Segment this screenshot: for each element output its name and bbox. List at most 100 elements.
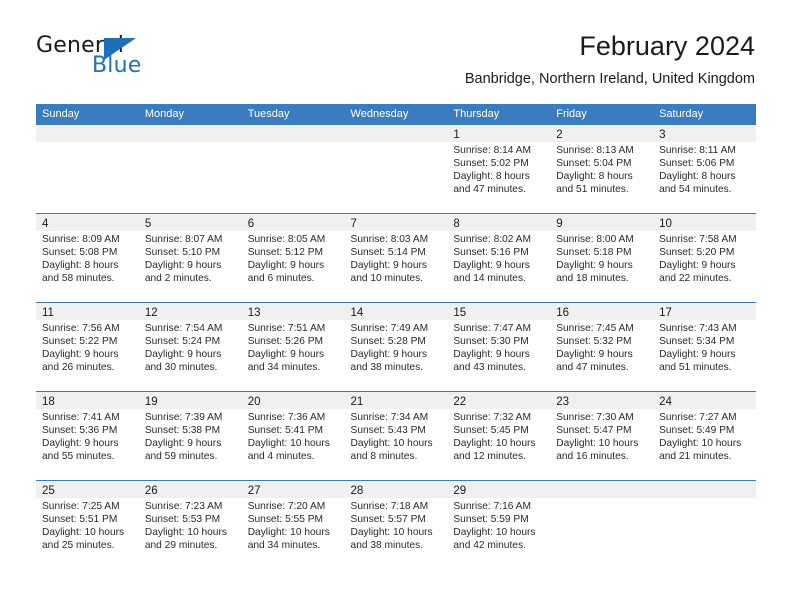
day-cell[interactable]: 27 Sunrise: 7:20 AM Sunset: 5:55 PM Dayligh… [241,481,345,569]
day-info: Sunrise: 7:30 AM Sunset: 5:47 PM Daylight:… [550,409,653,464]
daylight-text-line2: and 29 minutes. [144,539,218,551]
day-cell[interactable]: 11 Sunrise: 7:56 AM Sunset: 5:22 PM Dayligh… [36,303,139,391]
day-info: Sunrise: 7:54 AM Sunset: 5:24 PM Daylight:… [139,320,242,375]
sunrise-text: Sunrise: 7:16 AM [453,501,531,512]
day-cell[interactable]: 25 Sunrise: 7:25 AM Sunset: 5:51 PM Dayligh… [36,481,139,569]
day-cell[interactable]: 26 Sunrise: 7:23 AM Sunset: 5:53 PM Dayligh… [138,481,242,569]
sunrise-text: Sunrise: 7:34 AM [350,412,429,423]
sunrise-text: Sunrise: 7:32 AM [453,412,531,423]
daylight-text-line1: Daylight: 8 hours [42,259,119,271]
day-cell[interactable]: 15 Sunrise: 7:47 AM Sunset: 5:30 PM Dayligh… [447,303,551,391]
sunrise-text: Sunrise: 8:00 AM [556,234,634,245]
daylight-text-line2: and 8 minutes. [350,450,418,462]
day-cell[interactable]: 20 Sunrise: 7:36 AM Sunset: 5:41 PM Dayligh… [241,392,345,480]
day-cell[interactable]: 12 Sunrise: 7:54 AM Sunset: 5:24 PM Dayligh… [138,303,242,391]
day-cell[interactable]: 14 Sunrise: 7:49 AM Sunset: 5:28 PM Dayligh… [344,303,448,391]
day-cell[interactable]: 4 Sunrise: 8:09 AM Sunset: 5:08 PM Daylight… [36,214,139,302]
sunrise-text: Sunrise: 7:49 AM [350,323,429,334]
day-number-band: 16 [550,303,654,320]
week-row: 18 Sunrise: 7:41 AM Sunset: 5:36 PM Dayligh… [36,391,756,480]
day-info: Sunrise: 7:56 AM Sunset: 5:22 PM Daylight:… [36,320,139,375]
day-cell[interactable]: 9 Sunrise: 8:00 AM Sunset: 5:18 PM Daylight… [550,214,654,302]
day-cell[interactable]: 7 Sunrise: 8:03 AM Sunset: 5:14 PM Daylight… [344,214,448,302]
week-row-inner: 1 Sunrise: 8:14 AM Sunset: 5:02 PM Daylight… [36,125,756,213]
day-cell[interactable]: 28 Sunrise: 7:18 AM Sunset: 5:57 PM Dayligh… [344,481,448,569]
day-cell[interactable]: 16 Sunrise: 7:45 AM Sunset: 5:32 PM Dayligh… [550,303,654,391]
sunrise-text: Sunrise: 8:02 AM [453,234,531,245]
sunset-text: Sunset: 5:08 PM [42,246,118,258]
sunrise-text: Sunrise: 7:54 AM [144,323,223,334]
day-info: Sunrise: 7:34 AM Sunset: 5:43 PM Daylight:… [345,409,448,464]
day-number: 18 [42,396,55,408]
day-cell[interactable]: 5 Sunrise: 8:07 AM Sunset: 5:10 PM Daylight… [138,214,242,302]
sunset-text: Sunset: 5:43 PM [350,424,426,436]
day-cell[interactable]: 6 Sunrise: 8:05 AM Sunset: 5:12 PM Daylight… [241,214,345,302]
day-number-band: 24 [653,392,756,409]
day-info: Sunrise: 7:25 AM Sunset: 5:51 PM Daylight:… [36,498,139,553]
day-info: Sunrise: 7:18 AM Sunset: 5:57 PM Daylight:… [345,498,448,553]
sunrise-text: Sunrise: 7:27 AM [659,412,737,423]
day-cell[interactable]: 23 Sunrise: 7:30 AM Sunset: 5:47 PM Dayligh… [550,392,654,480]
brand-logo[interactable]: General Blue [36,34,216,84]
day-cell[interactable]: 10 Sunrise: 7:58 AM Sunset: 5:20 PM Dayligh… [653,214,756,302]
daylight-text-line2: and 12 minutes. [453,450,526,462]
day-info: Sunrise: 7:47 AM Sunset: 5:30 PM Daylight:… [447,320,550,375]
daylight-text-line1: Daylight: 10 hours [453,437,536,449]
daylight-text-line1: Daylight: 9 hours [144,259,222,271]
day-number-band: 8 [447,214,551,231]
day-cell[interactable]: 13 Sunrise: 7:51 AM Sunset: 5:26 PM Dayligh… [241,303,345,391]
day-number: 20 [247,396,261,408]
day-number: 2 [556,129,563,141]
day-cell[interactable]: 19 Sunrise: 7:39 AM Sunset: 5:38 PM Dayligh… [138,392,242,480]
daylight-text-line2: and 59 minutes. [144,450,218,462]
day-number: 1 [453,129,460,141]
weekday-thursday: Thursday [453,108,500,120]
day-number-band: 15 [447,303,551,320]
sunrise-text: Sunrise: 7:51 AM [247,323,326,334]
title-block: February 2024 Banbridge, Northern Irelan… [465,30,755,88]
day-info: Sunrise: 7:32 AM Sunset: 5:45 PM Daylight:… [447,409,550,464]
daylight-text-line2: and 55 minutes. [42,450,115,462]
day-cell[interactable]: 8 Sunrise: 8:02 AM Sunset: 5:16 PM Daylight… [447,214,551,302]
day-number-band: 21 [344,392,448,409]
sunset-text: Sunset: 5:55 PM [247,513,324,525]
daylight-text-line2: and 34 minutes. [247,539,321,551]
sunrise-text: Sunrise: 8:09 AM [42,234,120,245]
daylight-text-line2: and 18 minutes. [556,272,629,284]
day-cell[interactable]: 17 Sunrise: 7:43 AM Sunset: 5:34 PM Dayligh… [653,303,756,391]
day-number-band [36,125,139,142]
daylight-text-line2: and 2 minutes. [144,272,212,284]
sunrise-text: Sunrise: 7:43 AM [659,323,737,334]
daylight-text-line2: and 6 minutes. [247,272,315,284]
sunrise-text: Sunrise: 8:14 AM [453,145,531,156]
day-info: Sunrise: 7:58 AM Sunset: 5:20 PM Daylight:… [653,231,756,286]
weekday-saturday: Saturday [659,108,704,120]
daylight-text-line2: and 38 minutes. [350,539,424,551]
day-cell[interactable]: 2 Sunrise: 8:13 AM Sunset: 5:04 PM Daylight… [550,125,654,213]
sunset-text: Sunset: 5:34 PM [659,335,735,347]
day-cell[interactable]: 3 Sunrise: 8:11 AM Sunset: 5:06 PM Daylight… [653,125,756,213]
daylight-text-line1: Daylight: 9 hours [453,259,530,271]
daylight-text-line1: Daylight: 10 hours [659,437,742,449]
sunset-text: Sunset: 5:59 PM [453,513,529,525]
day-cell[interactable]: 21 Sunrise: 7:34 AM Sunset: 5:43 PM Dayligh… [344,392,448,480]
day-info: Sunrise: 7:23 AM Sunset: 5:53 PM Daylight:… [139,498,242,553]
day-cell[interactable]: 29 Sunrise: 7:16 AM Sunset: 5:59 PM Dayligh… [447,481,551,569]
day-number: 21 [350,396,364,408]
day-number-band: 19 [138,392,242,409]
sunrise-text: Sunrise: 7:56 AM [42,323,120,334]
page-title: February 2024 [579,31,755,61]
daylight-text-line1: Daylight: 9 hours [350,259,427,271]
daylight-text-line2: and 58 minutes. [42,272,115,284]
week-row: 4 Sunrise: 8:09 AM Sunset: 5:08 PM Daylight… [36,213,756,302]
day-cell[interactable]: 1 Sunrise: 8:14 AM Sunset: 5:02 PM Daylight… [447,125,551,213]
day-info: Sunrise: 7:20 AM Sunset: 5:55 PM Daylight:… [242,498,345,553]
day-cell[interactable]: 22 Sunrise: 7:32 AM Sunset: 5:45 PM Dayligh… [447,392,551,480]
day-number: 28 [350,485,364,497]
day-number: 3 [659,129,666,141]
day-number-band: 29 [447,481,551,498]
daylight-text-line1: Daylight: 10 hours [556,437,639,449]
sunset-text: Sunset: 5:24 PM [144,335,221,347]
day-cell[interactable]: 18 Sunrise: 7:41 AM Sunset: 5:36 PM Dayligh… [36,392,139,480]
day-cell[interactable]: 24 Sunrise: 7:27 AM Sunset: 5:49 PM Dayligh… [653,392,756,480]
